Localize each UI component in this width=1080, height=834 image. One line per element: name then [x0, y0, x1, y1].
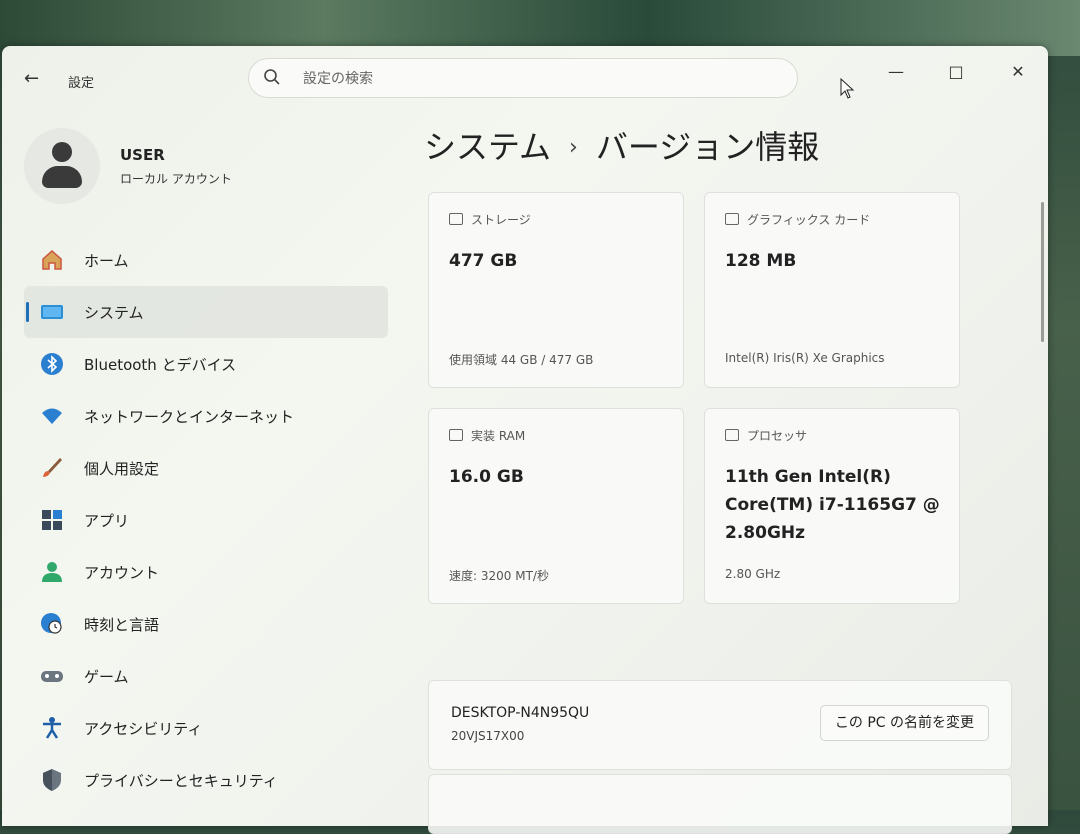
avatar [24, 128, 100, 204]
sidebar-item-label: プライバシーとセキュリティ [84, 772, 278, 790]
home-icon [42, 249, 62, 270]
breadcrumb-parent[interactable]: システム [424, 128, 551, 166]
app-title: 設定 [68, 76, 95, 91]
ram-value: 16.0 GB [449, 467, 524, 487]
gamepad-icon [41, 671, 63, 682]
search-icon [264, 69, 280, 85]
card-header: プロセッサ [747, 429, 808, 443]
back-arrow-icon[interactable]: ← [24, 68, 39, 89]
search-box[interactable] [248, 58, 798, 98]
time-language-icon [41, 613, 62, 634]
brush-icon [43, 458, 62, 477]
user-name: USER [120, 146, 165, 164]
storage-value: 477 GB [449, 251, 518, 271]
apps-icon [42, 510, 62, 530]
maximize-button[interactable]: □ [936, 58, 976, 86]
next-section-card[interactable] [428, 774, 1012, 834]
sidebar-item-label: ゲーム [84, 668, 129, 686]
sidebar-item-label: ホーム [84, 252, 129, 270]
sidebar-item-label: アカウント [84, 564, 160, 582]
sidebar-item-privacy[interactable]: プライバシーとセキュリティ [24, 754, 388, 806]
processor-speed: 2.80 GHz [725, 567, 781, 581]
sidebar-item-home[interactable]: ホーム [24, 234, 388, 286]
sidebar-item-system[interactable]: システム [24, 286, 388, 338]
card-header: ストレージ [471, 213, 531, 227]
close-button[interactable]: ✕ [998, 58, 1038, 86]
processor-value: 11th Gen Intel(R) Core(TM) i7-1165G7 @ 2… [725, 467, 940, 543]
rename-pc-button[interactable]: この PC の名前を変更 [819, 705, 989, 741]
account-icon [42, 562, 62, 582]
sidebar-item-apps[interactable]: アプリ [24, 494, 388, 546]
sidebar-item-network[interactable]: ネットワークとインターネット [24, 390, 388, 442]
shield-icon [43, 769, 61, 791]
storage-usage: 使用領域 44 GB / 477 GB [449, 353, 594, 367]
graphics-memory-value: 128 MB [725, 251, 797, 271]
sidebar-nav: ホーム システム Bluetooth とデバイス ネットワークとインターネット [24, 234, 388, 806]
sidebar-item-time-language[interactable]: 時刻と言語 [24, 598, 388, 650]
card-header: 実装 RAM [471, 429, 526, 443]
bluetooth-icon [41, 353, 63, 375]
gpu-icon [725, 213, 739, 225]
sidebar-item-label: Bluetooth とデバイス [84, 356, 237, 374]
ram-card: 実装 RAM 16.0 GB 速度: 3200 MT/秒 [428, 408, 684, 604]
accessibility-icon [43, 717, 61, 739]
active-indicator [26, 302, 29, 322]
breadcrumb-separator: › [569, 135, 578, 160]
graphics-name: Intel(R) Iris(R) Xe Graphics [725, 351, 885, 365]
device-model: 20VJS17X00 [451, 729, 525, 743]
system-icon [41, 305, 63, 319]
minimize-button[interactable]: — [876, 58, 916, 86]
storage-card: ストレージ 477 GB 使用領域 44 GB / 477 GB [428, 192, 684, 388]
sidebar-item-label: 時刻と言語 [84, 616, 160, 634]
search-input[interactable] [301, 67, 765, 91]
processor-card: プロセッサ 11th Gen Intel(R) Core(TM) i7-1165… [704, 408, 960, 604]
storage-icon [449, 213, 463, 225]
scrollbar[interactable] [1041, 202, 1044, 342]
sidebar-item-accounts[interactable]: アカウント [24, 546, 388, 598]
mouse-cursor-icon [840, 78, 855, 99]
sidebar-item-bluetooth[interactable]: Bluetooth とデバイス [24, 338, 388, 390]
sidebar-item-label: 個人用設定 [84, 460, 160, 478]
cpu-icon [725, 429, 739, 441]
breadcrumb: システム › バージョン情報 [424, 122, 819, 168]
sidebar-item-label: システム [84, 304, 144, 322]
sidebar-item-label: アプリ [84, 512, 130, 530]
graphics-card: グラフィックス カード 128 MB Intel(R) Iris(R) Xe G… [704, 192, 960, 388]
sidebar-item-personalization[interactable]: 個人用設定 [24, 442, 388, 494]
card-header: グラフィックス カード [747, 213, 871, 227]
page-title: バージョン情報 [595, 128, 820, 166]
ram-icon [449, 429, 463, 441]
network-icon [42, 408, 62, 424]
sidebar-item-gaming[interactable]: ゲーム [24, 650, 388, 702]
settings-window: ← 設定 — □ ✕ USER ローカル アカウント ホーム [2, 46, 1048, 834]
sidebar-item-accessibility[interactable]: アクセシビリティ [24, 702, 388, 754]
sidebar-item-label: ネットワークとインターネット [84, 408, 295, 426]
device-name-panel: DESKTOP-N4N95QU 20VJS17X00 この PC の名前を変更 [428, 680, 1012, 770]
account-type: ローカル アカウント [120, 172, 232, 186]
device-name: DESKTOP-N4N95QU [451, 705, 590, 721]
sidebar-item-label: アクセシビリティ [84, 720, 203, 738]
ram-speed: 速度: 3200 MT/秒 [449, 569, 549, 583]
